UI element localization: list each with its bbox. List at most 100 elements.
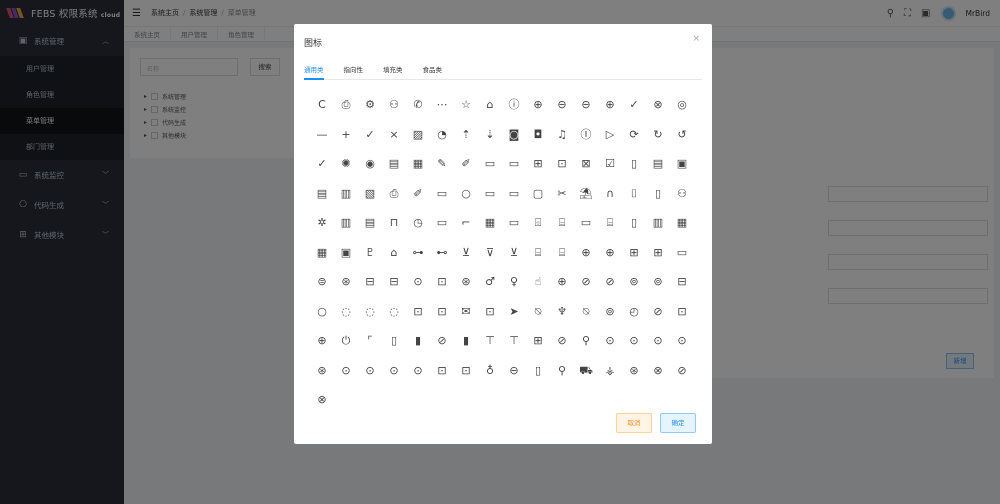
icon-option[interactable]: ⊘ [574,267,598,297]
icon-option[interactable]: ▦ [406,149,430,179]
icon-option[interactable]: ▮ [406,326,430,356]
icon-option[interactable]: Ⓘ [574,120,598,150]
icon-option[interactable]: ✺ [334,149,358,179]
icon-option[interactable]: × [382,120,406,150]
icon-option[interactable]: ⚇ [670,179,694,209]
icon-option[interactable]: ⊕ [310,326,334,356]
icon-option[interactable]: ⊗ [646,356,670,386]
icon-option[interactable]: ▭ [502,179,526,209]
icon-option[interactable]: ⊘ [550,326,574,356]
icon-option[interactable]: ⇡ [454,120,478,150]
icon-option[interactable]: ⊛ [334,267,358,297]
icon-option[interactable]: ◉ [358,149,382,179]
icon-option[interactable]: ✐ [454,149,478,179]
icon-option[interactable]: ⛟ [574,356,598,386]
icon-option[interactable]: ◙ [502,120,526,150]
icon-option[interactable]: ♫ [550,120,574,150]
icon-option[interactable]: ◌ [382,297,406,327]
icon-option[interactable]: ➤ [502,297,526,327]
icon-option[interactable]: ⊕ [526,90,550,120]
icon-option[interactable]: ⌸ [598,208,622,238]
icon-option[interactable]: ⌂ [382,238,406,268]
icon-option[interactable]: ⍉ [574,297,598,327]
icon-option[interactable]: ⌐ [454,208,478,238]
icon-option[interactable]: ⊓ [382,208,406,238]
icon-option[interactable]: ⏻ [334,326,358,356]
icon-option[interactable]: ▭ [430,179,454,209]
tab-directional[interactable]: 指向性 [344,64,364,80]
icon-option[interactable]: ▮ [454,326,478,356]
icon-option[interactable]: ↻ [646,120,670,150]
icon-option[interactable]: ♆ [550,297,574,327]
icon-option[interactable]: ⊙ [358,356,382,386]
icon-option[interactable]: ⊙ [598,326,622,356]
icon-option[interactable]: ⌸ [550,208,574,238]
icon-option[interactable]: ♁ [478,356,502,386]
icon-option[interactable]: ⊻ [502,238,526,268]
icon-option[interactable]: ▦ [478,208,502,238]
icon-option[interactable]: ✓ [358,120,382,150]
icon-option[interactable]: ⊛ [454,267,478,297]
icon-option[interactable]: ⊽ [478,238,502,268]
icon-option[interactable]: ⌜ [358,326,382,356]
icon-option[interactable]: ⊖ [502,356,526,386]
icon-option[interactable]: ⊙ [334,356,358,386]
icon-option[interactable]: ▦ [310,238,334,268]
cancel-button[interactable]: 取消 [616,413,652,433]
confirm-button[interactable]: 确定 [660,413,696,433]
icon-option[interactable]: ▨ [406,120,430,150]
icon-option[interactable]: ▧ [358,179,382,209]
icon-option[interactable]: ♇ [358,238,382,268]
icon-option[interactable]: ☆ [454,90,478,120]
icon-option[interactable]: ⊠ [574,149,598,179]
icon-option[interactable]: ▭ [574,208,598,238]
icon-option[interactable]: ⊞ [622,238,646,268]
icon-option[interactable]: ▷ [598,120,622,150]
icon-option[interactable]: ▯ [646,179,670,209]
icon-option[interactable]: ⊙ [670,326,694,356]
icon-option[interactable]: ⊚ [598,297,622,327]
icon-option[interactable]: ▯ [526,356,550,386]
icon-option[interactable]: ⊤ [478,326,502,356]
icon-option[interactable]: ⊡ [454,356,478,386]
icon-option[interactable]: ◷ [406,208,430,238]
icon-option[interactable]: ⊞ [526,326,550,356]
icon-option[interactable]: ▢ [526,179,550,209]
icon-option[interactable]: ⛱ [574,179,598,209]
icon-option[interactable]: ▭ [502,208,526,238]
icon-option[interactable]: ⊙ [406,356,430,386]
icon-option[interactable]: ✉ [454,297,478,327]
icon-option[interactable]: ⊡ [406,297,430,327]
icon-option[interactable]: ⊶ [406,238,430,268]
icon-option[interactable]: ✐ [406,179,430,209]
icon-option[interactable]: ⊘ [646,297,670,327]
icon-option[interactable]: ⊙ [406,267,430,297]
icon-option[interactable]: ⊞ [646,238,670,268]
icon-option[interactable]: ⊡ [430,267,454,297]
icon-option[interactable]: ⊕ [598,90,622,120]
icon-option[interactable]: ▤ [646,149,670,179]
icon-option[interactable]: ▦ [670,208,694,238]
icon-option[interactable]: ⚲ [550,356,574,386]
icon-option[interactable]: C [310,90,334,120]
icon-option[interactable]: ☝ [526,267,550,297]
icon-option[interactable]: ⌸ [550,238,574,268]
icon-option[interactable]: ⊻ [454,238,478,268]
icon-option[interactable]: ▤ [310,179,334,209]
icon-option[interactable]: ⊤ [502,326,526,356]
icon-option[interactable]: ✆ [406,90,430,120]
icon-option[interactable]: ⊗ [646,90,670,120]
icon-option[interactable]: ▣ [334,238,358,268]
icon-option[interactable]: + [334,120,358,150]
icon-option[interactable]: ▭ [430,208,454,238]
icon-option[interactable]: ▭ [478,179,502,209]
icon-option[interactable]: ⊘ [670,356,694,386]
icon-option[interactable]: ⊕ [574,238,598,268]
icon-option[interactable]: ▥ [646,208,670,238]
icon-option[interactable]: ⍉ [526,297,550,327]
icon-option[interactable]: ▣ [670,149,694,179]
icon-option[interactable]: ⊡ [478,297,502,327]
icon-option[interactable]: ◘ [526,120,550,150]
icon-option[interactable]: ⊙ [382,356,406,386]
icon-option[interactable]: ⊜ [310,267,334,297]
